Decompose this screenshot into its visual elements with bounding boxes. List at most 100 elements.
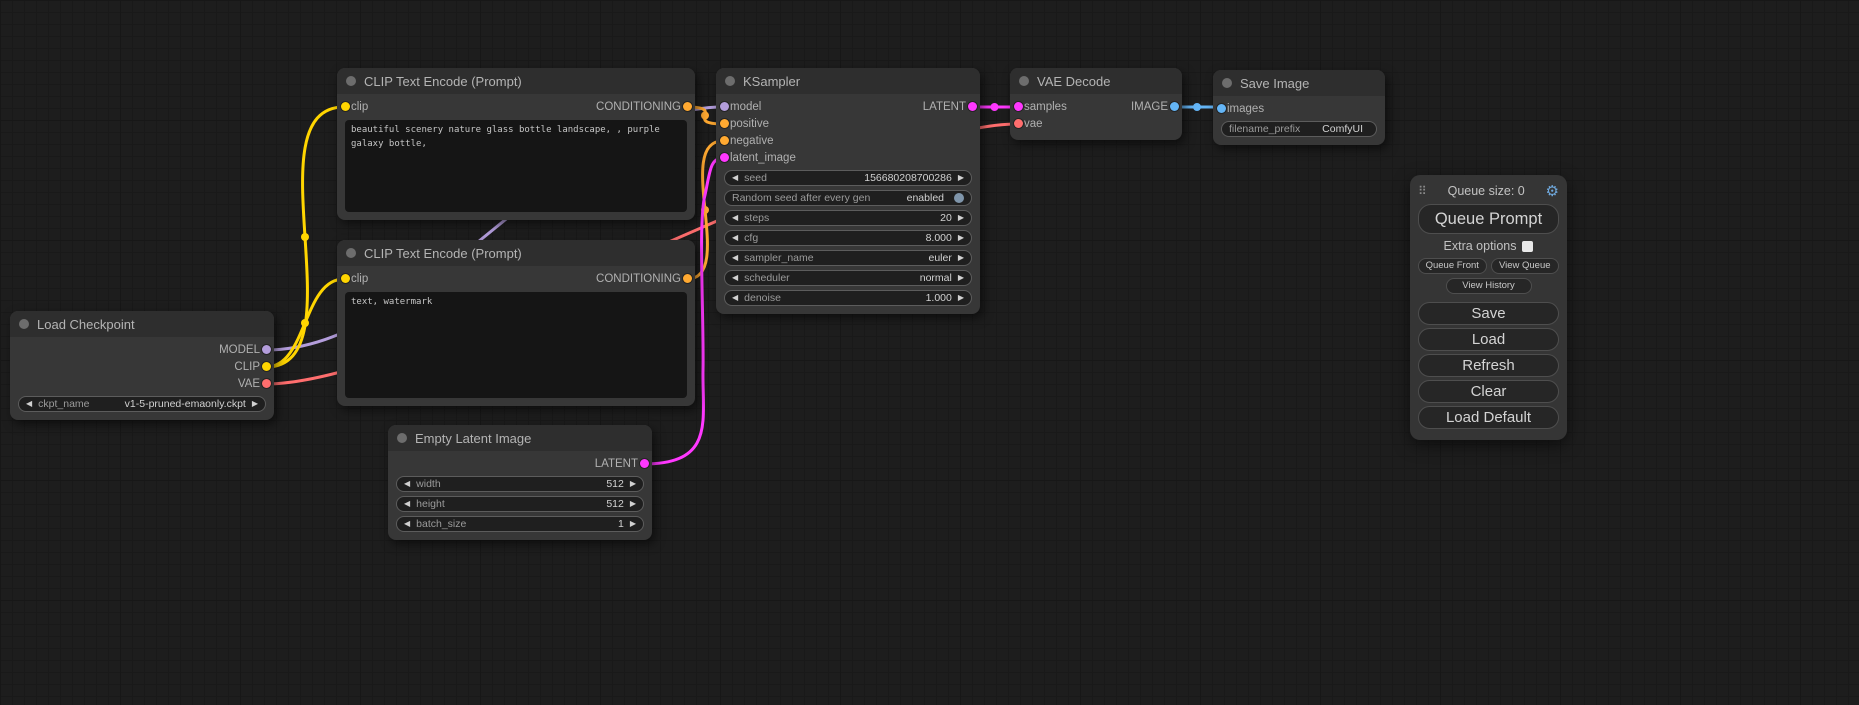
increment-icon[interactable]: ▶	[958, 254, 964, 262]
decrement-icon[interactable]: ◀	[404, 480, 410, 488]
node-vae-decode[interactable]: VAE Decode samples IMAGE vae	[1010, 68, 1182, 140]
view-history-button[interactable]: View History	[1446, 278, 1532, 294]
widget-name: width	[416, 478, 441, 490]
steps-widget[interactable]: ◀ steps 20 ▶	[724, 210, 972, 226]
vae-output-port[interactable]	[262, 379, 271, 388]
random-seed-toggle[interactable]: Random seed after every gen enabled	[724, 190, 972, 206]
output-row-model: MODEL	[10, 341, 274, 358]
queue-prompt-button[interactable]: Queue Prompt	[1418, 204, 1559, 234]
image-output-port[interactable]	[1170, 102, 1179, 111]
samples-input-port[interactable]	[1014, 102, 1023, 111]
increment-icon[interactable]: ▶	[958, 294, 964, 302]
node-title-bar[interactable]: VAE Decode	[1010, 68, 1182, 94]
node-clip-text-encode-positive[interactable]: CLIP Text Encode (Prompt) clip CONDITION…	[337, 68, 695, 220]
node-title-bar[interactable]: Load Checkpoint	[10, 311, 274, 337]
widget-name: cfg	[744, 232, 758, 244]
node-load-checkpoint[interactable]: Load Checkpoint MODEL CLIP VAE ◀ ckpt_na…	[10, 311, 274, 420]
model-input-port[interactable]	[720, 102, 729, 111]
view-queue-button[interactable]: View Queue	[1491, 258, 1560, 274]
positive-input-port[interactable]	[720, 119, 729, 128]
clip-input-port[interactable]	[341, 274, 350, 283]
load-button[interactable]: Load	[1418, 328, 1559, 351]
decrement-icon[interactable]: ◀	[732, 254, 738, 262]
collapse-dot-icon[interactable]	[725, 76, 735, 86]
clip-input-port[interactable]	[341, 102, 350, 111]
node-ksampler[interactable]: KSampler model LATENT positive negative …	[716, 68, 980, 314]
model-output-port[interactable]	[262, 345, 271, 354]
increment-icon[interactable]: ▶	[630, 500, 636, 508]
sampler-name-widget[interactable]: ◀ sampler_name euler ▶	[724, 250, 972, 266]
decrement-icon[interactable]: ◀	[732, 234, 738, 242]
node-title-bar[interactable]: CLIP Text Encode (Prompt)	[337, 68, 695, 94]
node-title-bar[interactable]: Empty Latent Image	[388, 425, 652, 451]
decrement-icon[interactable]: ◀	[732, 294, 738, 302]
images-input-port[interactable]	[1217, 104, 1226, 113]
refresh-button[interactable]: Refresh	[1418, 354, 1559, 377]
cfg-widget[interactable]: ◀ cfg 8.000 ▶	[724, 230, 972, 246]
graph-canvas[interactable]: Load Checkpoint MODEL CLIP VAE ◀ ckpt_na…	[0, 0, 1859, 705]
batch-size-widget[interactable]: ◀ batch_size 1 ▶	[396, 516, 644, 532]
latent-output-port[interactable]	[640, 459, 649, 468]
node-title-bar[interactable]: CLIP Text Encode (Prompt)	[337, 240, 695, 266]
increment-icon[interactable]: ▶	[630, 520, 636, 528]
filename-prefix-widget[interactable]: filename_prefix ComfyUI	[1221, 121, 1377, 137]
latent-image-input-port[interactable]	[720, 153, 729, 162]
negative-input-port[interactable]	[720, 136, 729, 145]
widget-value: 512	[606, 498, 624, 510]
collapse-dot-icon[interactable]	[1222, 78, 1232, 88]
prompt-textarea[interactable]: beautiful scenery nature glass bottle la…	[345, 120, 687, 212]
extra-options-checkbox[interactable]	[1522, 241, 1533, 252]
collapse-dot-icon[interactable]	[346, 76, 356, 86]
clear-button[interactable]: Clear	[1418, 380, 1559, 403]
decrement-icon[interactable]: ◀	[26, 400, 32, 408]
slot-row: clip CONDITIONING	[337, 270, 695, 287]
vae-input-port[interactable]	[1014, 119, 1023, 128]
node-title-bar[interactable]: Save Image	[1213, 70, 1385, 96]
prompt-textarea[interactable]: text, watermark	[345, 292, 687, 398]
increment-icon[interactable]: ▶	[958, 274, 964, 282]
decrement-icon[interactable]: ◀	[404, 520, 410, 528]
queue-front-button[interactable]: Queue Front	[1418, 258, 1487, 274]
latent-output-port[interactable]	[968, 102, 977, 111]
node-title: Load Checkpoint	[37, 317, 135, 332]
node-clip-text-encode-negative[interactable]: CLIP Text Encode (Prompt) clip CONDITION…	[337, 240, 695, 406]
output-label: VAE	[238, 378, 260, 390]
node-save-image[interactable]: Save Image images filename_prefix ComfyU…	[1213, 70, 1385, 145]
increment-icon[interactable]: ▶	[252, 400, 258, 408]
seed-widget[interactable]: ◀ seed 156680208700286 ▶	[724, 170, 972, 186]
collapse-dot-icon[interactable]	[1019, 76, 1029, 86]
increment-icon[interactable]: ▶	[958, 234, 964, 242]
toggle-knob[interactable]	[954, 193, 964, 203]
decrement-icon[interactable]: ◀	[732, 214, 738, 222]
node-empty-latent-image[interactable]: Empty Latent Image LATENT ◀ width 512 ▶ …	[388, 425, 652, 540]
conditioning-output-port[interactable]	[683, 102, 692, 111]
input-label: vae	[1024, 118, 1043, 130]
scheduler-widget[interactable]: ◀ scheduler normal ▶	[724, 270, 972, 286]
conditioning-output-port[interactable]	[683, 274, 692, 283]
slot-row-latent-image: latent_image	[716, 149, 980, 166]
load-default-button[interactable]: Load Default	[1418, 406, 1559, 429]
output-label: LATENT	[923, 101, 966, 113]
decrement-icon[interactable]: ◀	[732, 274, 738, 282]
increment-icon[interactable]: ▶	[958, 174, 964, 182]
node-title-bar[interactable]: KSampler	[716, 68, 980, 94]
input-label: clip	[351, 101, 368, 113]
decrement-icon[interactable]: ◀	[732, 174, 738, 182]
settings-gear-icon[interactable]: ⚙	[1546, 182, 1559, 200]
drag-handle-icon[interactable]: ⠿	[1418, 184, 1427, 198]
width-widget[interactable]: ◀ width 512 ▶	[396, 476, 644, 492]
ckpt-name-widget[interactable]: ◀ ckpt_name v1-5-pruned-emaonly.ckpt ▶	[18, 396, 266, 412]
widget-value: 1	[618, 518, 624, 530]
collapse-dot-icon[interactable]	[19, 319, 29, 329]
clip-output-port[interactable]	[262, 362, 271, 371]
save-button[interactable]: Save	[1418, 302, 1559, 325]
height-widget[interactable]: ◀ height 512 ▶	[396, 496, 644, 512]
increment-icon[interactable]: ▶	[630, 480, 636, 488]
denoise-widget[interactable]: ◀ denoise 1.000 ▶	[724, 290, 972, 306]
decrement-icon[interactable]: ◀	[404, 500, 410, 508]
collapse-dot-icon[interactable]	[397, 433, 407, 443]
output-label: CONDITIONING	[596, 273, 681, 285]
collapse-dot-icon[interactable]	[346, 248, 356, 258]
node-title: CLIP Text Encode (Prompt)	[364, 246, 522, 261]
increment-icon[interactable]: ▶	[958, 214, 964, 222]
